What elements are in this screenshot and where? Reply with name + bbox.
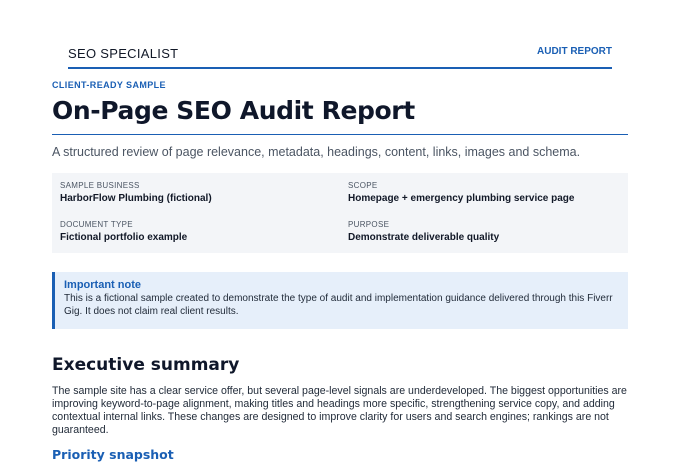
meta-value: Fictional portfolio example — [60, 232, 188, 243]
meta-value: Homepage + emergency plumbing service pa… — [348, 193, 575, 204]
meta-label: SCOPE — [348, 181, 378, 190]
priority-snapshot-heading: Priority snapshot — [52, 447, 174, 462]
meta-sample-business: SAMPLE BUSINESS HarborFlow Plumbing (fic… — [60, 181, 212, 204]
meta-document-type: DOCUMENT TYPE Fictional portfolio exampl… — [60, 220, 187, 243]
meta-value: HarborFlow Plumbing (fictional) — [60, 193, 212, 204]
title-divider — [52, 134, 628, 135]
meta-panel: SAMPLE BUSINESS HarborFlow Plumbing (fic… — [52, 173, 628, 253]
note-body: This is a fictional sample created to de… — [64, 293, 613, 317]
meta-label: SAMPLE BUSINESS — [60, 181, 140, 190]
top-bar: SEO SPECIALIST AUDIT REPORT — [68, 0, 612, 69]
page-subtitle: A structured review of page relevance, m… — [52, 145, 581, 159]
page-title: On-Page SEO Audit Report — [52, 96, 415, 125]
executive-summary-heading: Executive summary — [52, 355, 240, 375]
audit-report-link[interactable]: AUDIT REPORT — [537, 46, 612, 57]
meta-label: DOCUMENT TYPE — [60, 220, 133, 229]
important-note-callout: Important note This is a fictional sampl… — [52, 272, 628, 329]
note-title: Important note — [64, 279, 141, 291]
brand-name: SEO SPECIALIST — [68, 46, 179, 61]
meta-label: PURPOSE — [348, 220, 390, 229]
eyebrow-label: CLIENT-READY SAMPLE — [52, 80, 166, 90]
meta-scope: SCOPE Homepage + emergency plumbing serv… — [348, 181, 574, 204]
executive-summary-text: The sample site has a clear service offe… — [52, 385, 627, 436]
meta-purpose: PURPOSE Demonstrate deliverable quality — [348, 220, 499, 243]
meta-value: Demonstrate deliverable quality — [348, 232, 500, 243]
